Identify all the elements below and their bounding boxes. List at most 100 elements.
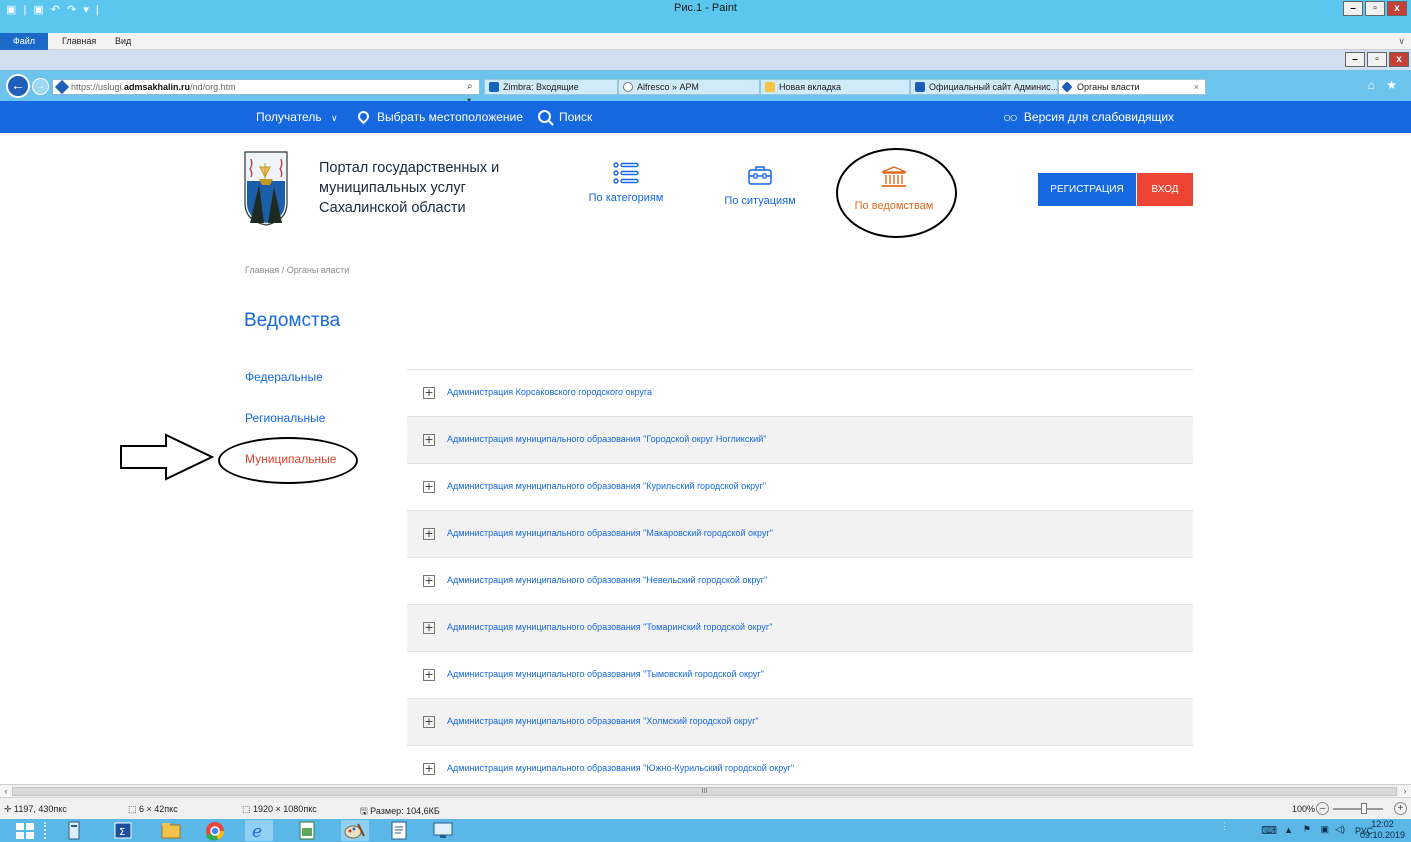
list-item[interactable]: + Администрация муниципального образован… (407, 745, 1193, 782)
ribbon-tab-home[interactable]: Главная (62, 33, 96, 50)
new-tab-icon (765, 82, 775, 92)
register-button[interactable]: Регистрация (1038, 173, 1136, 206)
portal-title-line-3: Сахалинской области (319, 200, 466, 216)
list-item[interactable]: + Администрация муниципального образован… (407, 698, 1193, 745)
accessibility-link[interactable]: ○○ Версия для слабовидящих (1003, 101, 1174, 133)
nav-by-situation[interactable]: По ситуациям (718, 165, 802, 207)
org-name[interactable]: Администрация Корсаковского городского о… (447, 387, 652, 397)
back-arrow-icon[interactable]: ← (6, 74, 30, 98)
sakhalin-crest-logo[interactable] (244, 151, 288, 226)
maximize-button[interactable]: ▫ (1365, 1, 1385, 16)
taskbar-separator (44, 822, 50, 839)
ribbon-tab-view[interactable]: Вид (115, 33, 131, 50)
internet-explorer-icon[interactable]: e (244, 820, 274, 841)
chevron-down-icon[interactable]: ∨ (1398, 33, 1405, 50)
login-button[interactable]: Вход (1137, 173, 1193, 206)
tab-new[interactable]: Новая вкладка (760, 79, 910, 95)
address-bar[interactable]: https://uslugi.admsakhalin.ru/nd/org.htm… (52, 79, 480, 134)
tab-alfresco[interactable]: Alfresco » АРМ (618, 79, 760, 95)
home-star-icons[interactable]: ⌂ ★ (1368, 78, 1401, 92)
zoom-slider[interactable] (1333, 808, 1383, 810)
paint-app-icon[interactable] (340, 820, 370, 841)
remote-desktop-icon[interactable] (428, 820, 458, 841)
org-name[interactable]: Администрация муниципального образования… (447, 763, 794, 773)
zoom-slider-knob[interactable] (1361, 803, 1367, 814)
list-item[interactable]: + Администрация муниципального образован… (407, 604, 1193, 651)
org-name[interactable]: Администрация муниципального образования… (447, 716, 759, 726)
portal-title[interactable]: Портал государственных и муниципальных у… (319, 158, 549, 218)
briefcase-icon (748, 166, 772, 185)
file-size: 🖫 Размер: 104,6КБ (360, 806, 440, 816)
tab-organy-vlasti[interactable]: Органы власти × (1058, 79, 1206, 95)
org-name[interactable]: Администрация муниципального образования… (447, 481, 766, 491)
powershell-icon[interactable]: Σ (108, 820, 138, 841)
cursor-position: ✛ 1197, 430пкс (4, 804, 67, 814)
list-item[interactable]: + Администрация муниципального образован… (407, 557, 1193, 604)
tab-zimbra[interactable]: Zimbra: Входящие (484, 79, 618, 95)
close-tab-icon[interactable]: × (1194, 80, 1199, 94)
document-icon[interactable] (384, 820, 414, 841)
search-label: Поиск (559, 110, 593, 124)
list-item[interactable]: + Администрация муниципального образован… (407, 416, 1193, 463)
tab-official-site[interactable]: Официальный сайт Админис... (910, 79, 1058, 95)
list-item[interactable]: + Администрация муниципального образован… (407, 463, 1193, 510)
list-item[interactable]: + Администрация муниципального образован… (407, 651, 1193, 698)
search-link[interactable]: Поиск (538, 101, 592, 133)
browser-maximize-button[interactable]: ▫ (1367, 52, 1387, 67)
expand-plus-icon[interactable]: + (423, 387, 435, 399)
org-name[interactable]: Администрация муниципального образования… (447, 434, 767, 444)
file-explorer-icon[interactable] (156, 820, 186, 841)
paint-window-controls: – ▫ x (1343, 1, 1407, 16)
clock[interactable]: 12:02 09.10.2019 (1360, 819, 1405, 841)
start-button-icon[interactable] (10, 820, 40, 841)
horizontal-scrollbar[interactable]: ‹ III › (0, 784, 1411, 798)
nav-label: По категориям (588, 192, 664, 204)
nav-by-category[interactable]: По категориям (582, 162, 670, 204)
url-path: /nd/org.htm (190, 82, 236, 92)
choose-location-link[interactable]: Выбрать местоположение (355, 101, 523, 133)
recipient-dropdown[interactable]: Получатель ∨ (256, 101, 338, 134)
site-favicon-icon (54, 79, 70, 95)
org-name[interactable]: Администрация муниципального образования… (447, 622, 772, 632)
org-name[interactable]: Администрация муниципального образования… (447, 528, 773, 538)
paint-ribbon: Файл Главная Вид ∨ (0, 33, 1411, 50)
zoom-out-button[interactable]: – (1316, 802, 1329, 815)
list-item[interactable]: + Администрация муниципального образован… (407, 510, 1193, 557)
expand-plus-icon[interactable]: + (423, 622, 435, 634)
expand-plus-icon[interactable]: + (423, 434, 435, 446)
ribbon-tab-file[interactable]: Файл (0, 33, 48, 50)
forward-arrow-icon[interactable]: → (32, 78, 49, 95)
network-icon[interactable]: ▣ (1320, 824, 1329, 835)
expand-plus-icon[interactable]: + (423, 528, 435, 540)
expand-plus-icon[interactable]: + (423, 481, 435, 493)
expand-plus-icon[interactable]: + (423, 575, 435, 587)
keyboard-icon[interactable]: ⌨ (1261, 824, 1277, 837)
minimize-button[interactable]: – (1343, 1, 1363, 16)
tab-label: Zimbra: Входящие (503, 82, 579, 92)
breadcrumb[interactable]: Главная / Органы власти (245, 265, 349, 275)
zoom-in-button[interactable]: + (1394, 802, 1407, 815)
org-name[interactable]: Администрация муниципального образования… (447, 669, 764, 679)
url-host: admsakhalin.ru (124, 82, 191, 92)
list-item[interactable]: + Администрация Корсаковского городского… (407, 369, 1193, 416)
org-name[interactable]: Администрация муниципального образования… (447, 575, 767, 585)
chrome-icon[interactable] (200, 820, 230, 841)
sidebar-item-federal[interactable]: Федеральные (245, 370, 323, 384)
browser-minimize-button[interactable]: – (1345, 52, 1365, 67)
annotation-arrow-icon (120, 433, 215, 481)
expand-plus-icon[interactable]: + (423, 763, 435, 775)
site-diamond-icon (1061, 81, 1073, 93)
flag-icon[interactable]: ⚑ (1303, 824, 1311, 835)
volume-icon[interactable]: ◁) (1335, 824, 1345, 835)
scrollbar-thumb[interactable]: III (12, 787, 1397, 796)
search-icon (538, 110, 551, 123)
close-button[interactable]: x (1387, 1, 1407, 16)
expand-plus-icon[interactable]: + (423, 716, 435, 728)
spreadsheet-icon[interactable] (292, 820, 322, 841)
server-manager-icon[interactable] (60, 820, 90, 841)
browser-window-controls: – ▫ x (1345, 52, 1409, 67)
expand-plus-icon[interactable]: + (423, 669, 435, 681)
tray-chevron-up-icon[interactable]: ▲ (1284, 825, 1293, 835)
sidebar-item-regional[interactable]: Региональные (245, 411, 325, 425)
browser-close-button[interactable]: x (1389, 52, 1409, 67)
